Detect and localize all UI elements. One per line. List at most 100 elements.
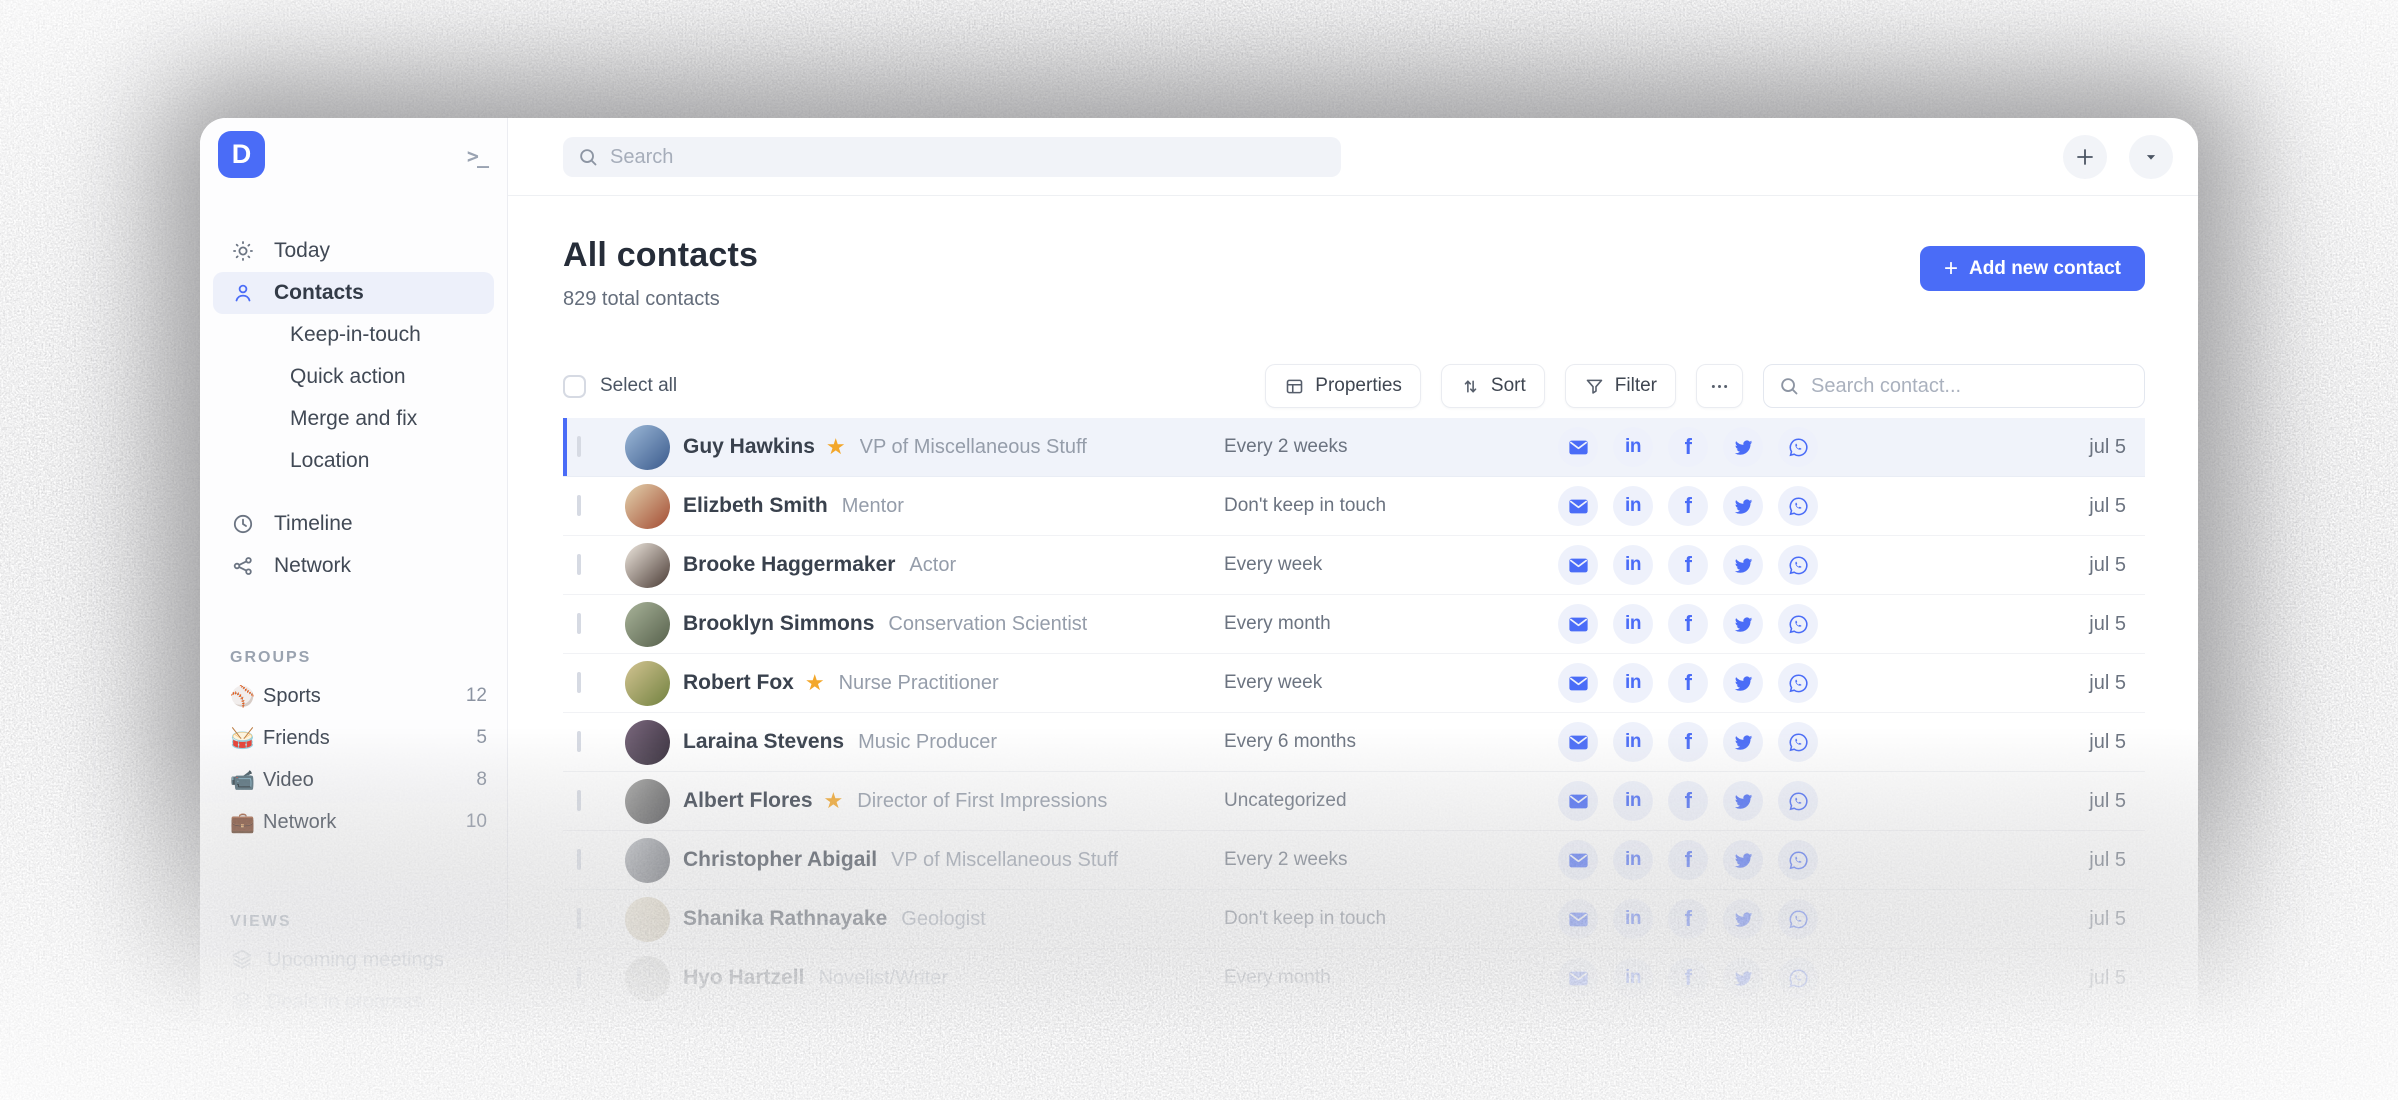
add-new-contact-button[interactable]: + Add new contact <box>1919 246 2145 291</box>
row-checkbox[interactable] <box>577 495 581 516</box>
linkedin-icon[interactable]: in <box>1613 486 1653 526</box>
row-checkbox[interactable] <box>577 554 581 575</box>
twitter-icon[interactable] <box>1723 781 1763 821</box>
facebook-icon[interactable]: f <box>1668 604 1708 644</box>
contact-row[interactable]: Hyo Hartzell Novelist/Writer Every month in… <box>563 949 2145 1008</box>
linkedin-icon[interactable]: in <box>1613 663 1653 703</box>
filter-button[interactable]: ••• Filter <box>1564 364 1676 408</box>
whatsapp-icon[interactable] <box>1778 663 1818 703</box>
star-icon[interactable]: ★ <box>826 436 846 458</box>
twitter-icon[interactable] <box>1723 486 1763 526</box>
group-item-video[interactable]: 📹 Video 8 <box>200 759 507 801</box>
facebook-icon[interactable]: f <box>1668 840 1708 880</box>
whatsapp-icon[interactable] <box>1778 604 1818 644</box>
whatsapp-icon[interactable] <box>1778 781 1818 821</box>
whatsapp-icon[interactable] <box>1778 486 1818 526</box>
linkedin-icon[interactable]: in <box>1613 899 1653 939</box>
contact-row[interactable]: Brooklyn Simmons Conservation Scientist Ev… <box>563 595 2145 654</box>
sidebar-item-network[interactable]: Network <box>213 545 494 587</box>
linkedin-icon[interactable]: in <box>1613 604 1653 644</box>
select-all[interactable]: Select all <box>563 374 677 398</box>
contact-row[interactable]: Robert Fox ★ Nurse Practitioner Every week i… <box>563 654 2145 713</box>
twitter-icon[interactable] <box>1723 663 1763 703</box>
group-item-network[interactable]: 💼 Network 10 <box>200 801 507 843</box>
linkedin-icon[interactable]: in <box>1613 545 1653 585</box>
email-icon[interactable] <box>1558 427 1598 467</box>
whatsapp-icon[interactable] <box>1778 722 1818 762</box>
row-checkbox[interactable] <box>577 672 581 693</box>
email-icon[interactable] <box>1558 899 1598 939</box>
contact-row[interactable]: Guy Hawkins ★ VP of Miscellaneous Stuff Eve… <box>563 418 2145 477</box>
global-search[interactable] <box>563 137 1341 177</box>
group-item-sports[interactable]: ⚾ Sports 12 <box>200 675 507 717</box>
row-checkbox[interactable] <box>577 790 581 811</box>
linkedin-icon[interactable]: in <box>1613 958 1653 998</box>
email-icon[interactable] <box>1558 722 1598 762</box>
quick-add-button[interactable] <box>2063 135 2107 179</box>
row-checkbox[interactable] <box>577 967 581 988</box>
sidebar-item-contacts[interactable]: Contacts <box>213 272 494 314</box>
row-checkbox[interactable] <box>577 436 581 457</box>
star-icon[interactable]: ★ <box>805 672 825 694</box>
sidebar-item-location[interactable]: Location <box>213 440 494 482</box>
email-icon[interactable] <box>1558 958 1598 998</box>
facebook-icon[interactable]: f <box>1668 545 1708 585</box>
sidebar-item-keep-in-touch[interactable]: Keep-in-touch <box>213 314 494 356</box>
contact-row[interactable]: Laraina Stevens Music Producer Every 6 mon… <box>563 713 2145 772</box>
app-logo[interactable]: D <box>218 131 265 178</box>
email-icon[interactable] <box>1558 604 1598 644</box>
contact-search[interactable] <box>1763 364 2145 408</box>
row-checkbox[interactable] <box>577 908 581 929</box>
facebook-icon[interactable]: f <box>1668 958 1708 998</box>
whatsapp-icon[interactable] <box>1778 899 1818 939</box>
facebook-icon[interactable]: f <box>1668 663 1708 703</box>
group-item-friends[interactable]: 🥁 Friends 5 <box>200 717 507 759</box>
global-search-input[interactable] <box>610 145 1327 169</box>
select-all-checkbox[interactable] <box>563 374 586 398</box>
email-icon[interactable] <box>1558 840 1598 880</box>
contact-row[interactable]: Albert Flores ★ Director of First Impressi… <box>563 772 2145 831</box>
sidebar-item-merge-and-fix[interactable]: Merge and fix <box>213 398 494 440</box>
contact-row[interactable]: Christopher Abigail VP of Miscellaneous S… <box>563 831 2145 890</box>
facebook-icon[interactable]: f <box>1668 427 1708 467</box>
email-icon[interactable] <box>1558 663 1598 703</box>
whatsapp-icon[interactable] <box>1778 427 1818 467</box>
properties-button[interactable]: Properties <box>1265 364 1421 408</box>
star-icon[interactable]: ★ <box>824 790 844 812</box>
more-options-button[interactable] <box>1696 364 1743 408</box>
row-checkbox[interactable] <box>577 613 581 634</box>
row-checkbox[interactable] <box>577 731 581 752</box>
sort-button[interactable]: Sort <box>1440 364 1545 408</box>
twitter-icon[interactable] <box>1723 840 1763 880</box>
contact-row[interactable]: Shanika Rathnayake Geologist Don't keep in… <box>563 890 2145 949</box>
email-icon[interactable] <box>1558 545 1598 585</box>
whatsapp-icon[interactable] <box>1778 840 1818 880</box>
email-icon[interactable] <box>1558 781 1598 821</box>
collapse-sidebar-icon[interactable]: >_ <box>467 144 489 168</box>
facebook-icon[interactable]: f <box>1668 781 1708 821</box>
twitter-icon[interactable] <box>1723 604 1763 644</box>
row-checkbox[interactable] <box>577 849 581 870</box>
whatsapp-icon[interactable] <box>1778 958 1818 998</box>
contact-row[interactable]: Brooke Haggermaker Actor Every week in f jul … <box>563 536 2145 595</box>
facebook-icon[interactable]: f <box>1668 722 1708 762</box>
contact-row[interactable]: Elizbeth Smith Mentor Don't keep in touch i… <box>563 477 2145 536</box>
linkedin-icon[interactable]: in <box>1613 427 1653 467</box>
twitter-icon[interactable] <box>1723 899 1763 939</box>
sidebar-item-quick-action[interactable]: Quick action <box>213 356 494 398</box>
email-icon[interactable] <box>1558 486 1598 526</box>
facebook-icon[interactable]: f <box>1668 486 1708 526</box>
view-item-upcoming-meetings[interactable]: Upcoming meetings <box>200 939 507 981</box>
sidebar-item-timeline[interactable]: Timeline <box>213 503 494 545</box>
view-item-deals-in-progress[interactable]: Deals in progress <box>200 981 507 1023</box>
twitter-icon[interactable] <box>1723 545 1763 585</box>
account-menu-button[interactable] <box>2129 135 2173 179</box>
facebook-icon[interactable]: f <box>1668 899 1708 939</box>
whatsapp-icon[interactable] <box>1778 545 1818 585</box>
sidebar-item-today[interactable]: Today <box>213 230 494 272</box>
linkedin-icon[interactable]: in <box>1613 840 1653 880</box>
twitter-icon[interactable] <box>1723 722 1763 762</box>
twitter-icon[interactable] <box>1723 958 1763 998</box>
twitter-icon[interactable] <box>1723 427 1763 467</box>
linkedin-icon[interactable]: in <box>1613 722 1653 762</box>
